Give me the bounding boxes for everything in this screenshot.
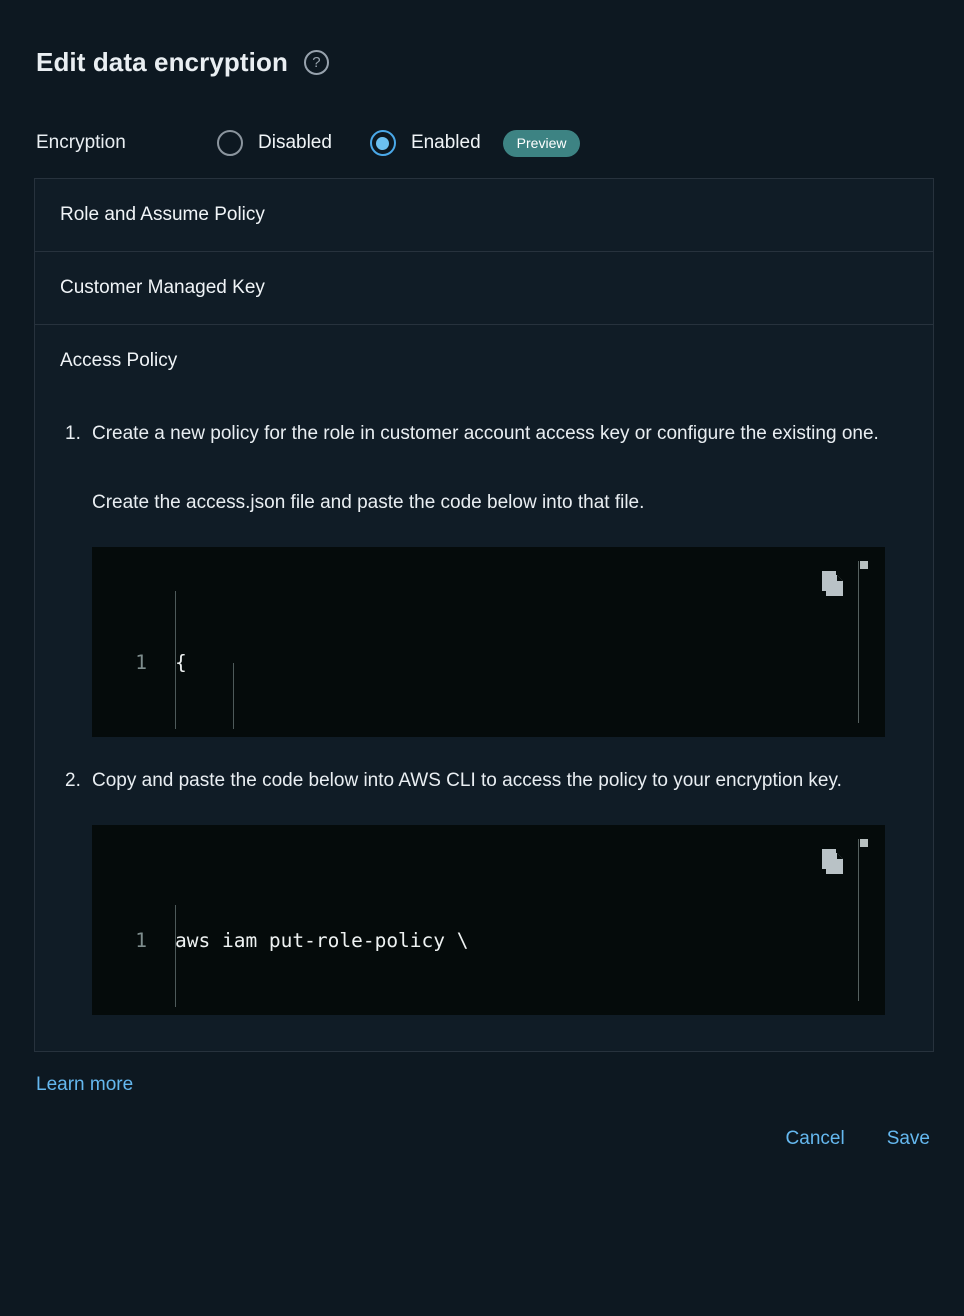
radio-option-disabled[interactable]: Disabled: [217, 130, 332, 156]
step-1-text: Create a new policy for the role in cust…: [92, 423, 879, 444]
code-scrollbar-thumb[interactable]: [860, 561, 868, 569]
code-scrollbar-aws-cli[interactable]: [858, 839, 868, 1001]
access-policy-body: 1. Create a new policy for the role in c…: [35, 416, 933, 1051]
code-scrollbar-thumb[interactable]: [860, 839, 868, 847]
learn-more-link[interactable]: Learn more: [36, 1074, 133, 1096]
section-header-customer-managed-key[interactable]: Customer Managed Key: [35, 252, 933, 325]
save-button[interactable]: Save: [885, 1124, 932, 1154]
cancel-button[interactable]: Cancel: [784, 1124, 847, 1154]
radio-label-enabled: Enabled: [410, 132, 481, 153]
code-line: 1 {: [92, 645, 885, 681]
section-header-access-policy[interactable]: Access Policy: [35, 325, 933, 390]
step-1: 1. Create a new policy for the role in c…: [65, 416, 903, 521]
step-1-number: 1.: [65, 423, 81, 444]
encryption-row: Encryption Disabled Enabled Preview: [0, 123, 964, 163]
dialog-header: Edit data encryption ?: [0, 0, 964, 75]
radio-label-disabled: Disabled: [258, 132, 332, 153]
code-content-access-json: 1 { 2 "Version": "2012-10-17", 3 "Statem…: [92, 547, 885, 737]
step-2-number: 2.: [65, 770, 81, 791]
encryption-settings-panel: Role and Assume Policy Customer Managed …: [34, 178, 934, 1052]
page-title: Edit data encryption: [36, 46, 288, 77]
code-block-aws-cli[interactable]: 1 aws iam put-role-policy \ 2 --role-nam…: [92, 825, 885, 1015]
preview-badge: Preview: [502, 129, 581, 157]
radio-icon-enabled[interactable]: [369, 130, 396, 156]
copy-icon[interactable]: [819, 847, 847, 877]
line-number: 1: [135, 929, 147, 952]
step-2-text: Copy and paste the code below into AWS C…: [92, 770, 842, 791]
code-block-access-json[interactable]: 1 { 2 "Version": "2012-10-17", 3 "Statem…: [92, 547, 885, 737]
radio-option-enabled[interactable]: Enabled: [369, 130, 481, 156]
step-1-subtext: Create the access.json file and paste th…: [92, 492, 645, 513]
step-2: 2. Copy and paste the code below into AW…: [65, 763, 903, 799]
code-line-text: aws iam put-role-policy \: [175, 929, 469, 952]
code-line-text: {: [175, 651, 187, 674]
radio-icon-disabled[interactable]: [217, 130, 243, 156]
encryption-label: Encryption: [36, 132, 126, 153]
copy-icon[interactable]: [819, 569, 847, 599]
code-line: 1 aws iam put-role-policy \: [92, 923, 885, 959]
footer-actions: Cancel Save: [0, 1096, 964, 1154]
section-header-role-and-assume-policy[interactable]: Role and Assume Policy: [35, 179, 933, 252]
line-number: 1: [135, 651, 147, 674]
help-icon[interactable]: ?: [303, 50, 329, 75]
code-content-aws-cli: 1 aws iam put-role-policy \ 2 --role-nam…: [92, 825, 885, 1015]
code-scrollbar-access-json[interactable]: [858, 561, 868, 723]
